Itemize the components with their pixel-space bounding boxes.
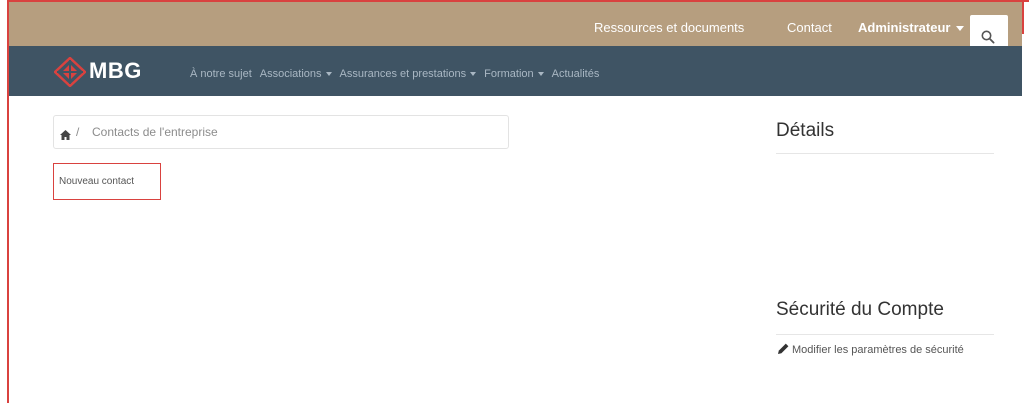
- nav-item[interactable]: Formation: [484, 68, 544, 80]
- breadcrumb-current: Contacts de l'entreprise: [92, 125, 218, 139]
- admin-label: Administrateur: [858, 20, 951, 35]
- nav-menu: À notre sujet Associations Assurances et p…: [190, 64, 607, 82]
- main-nav: MBG À notre sujet Associations Assurances …: [9, 46, 1022, 96]
- modify-security-link[interactable]: Modifier les paramètres de sécurité: [778, 342, 978, 358]
- breadcrumb-home[interactable]: [60, 127, 71, 145]
- chevron-down-icon: [956, 26, 965, 32]
- home-icon: [60, 130, 71, 140]
- page-frame-right: [1022, 0, 1024, 34]
- nav-item-label: Actualités: [551, 68, 600, 80]
- nav-item[interactable]: Assurances et prestations: [340, 68, 477, 80]
- pencil-icon: [778, 343, 789, 354]
- chevron-down-icon: [325, 72, 332, 77]
- breadcrumb-separator: /: [76, 125, 80, 139]
- search-icon: [981, 30, 995, 44]
- chevron-down-icon: [470, 72, 477, 77]
- details-divider: [776, 153, 994, 154]
- nav-item-label: À notre sujet: [190, 68, 252, 80]
- resources-link[interactable]: Ressources et documents: [594, 20, 744, 35]
- security-divider: [776, 334, 994, 335]
- utility-bar: Ressources et documents Contact Administ…: [9, 2, 1022, 46]
- security-heading: Sécurité du Compte: [776, 299, 944, 320]
- new-contact-button[interactable]: Nouveau contact: [53, 163, 161, 200]
- logo-text: MBG: [89, 58, 142, 83]
- chevron-down-icon: [537, 72, 544, 77]
- details-heading: Détails: [776, 120, 835, 141]
- modify-security-label: Modifier les paramètres de sécurité: [792, 344, 964, 356]
- breadcrumb: / Contacts de l'entreprise: [53, 115, 509, 149]
- nav-item-label: Formation: [484, 68, 534, 80]
- nav-item-label: Assurances et prestations: [339, 68, 467, 80]
- nav-item[interactable]: À notre sujet: [190, 68, 252, 80]
- nav-item[interactable]: Actualités: [552, 68, 600, 80]
- contact-link[interactable]: Contact: [787, 20, 832, 35]
- diamond-logo-icon: [54, 57, 86, 87]
- nav-item-label: Associations: [259, 68, 322, 80]
- nav-item[interactable]: Associations: [260, 68, 332, 80]
- admin-dropdown[interactable]: Administrateur: [858, 20, 965, 35]
